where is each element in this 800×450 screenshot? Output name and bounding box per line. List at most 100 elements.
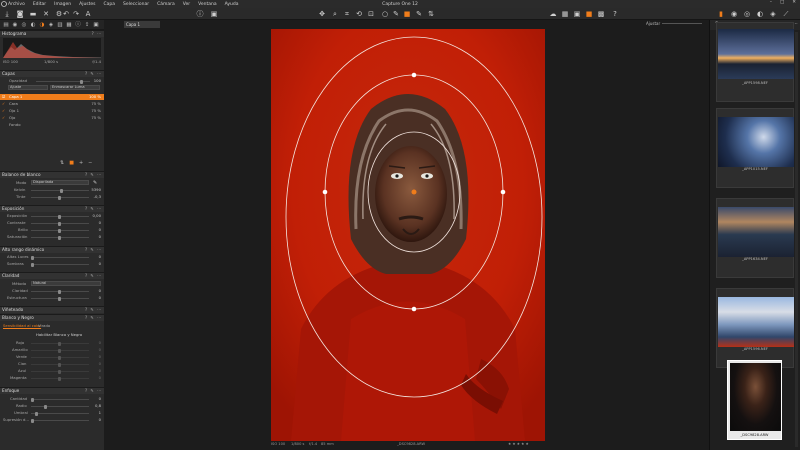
tab-metadata-icon[interactable]: ⓘ bbox=[74, 21, 82, 29]
white-balance-header[interactable]: Balance de blanco ? ✎ ⋯ bbox=[0, 171, 104, 178]
import-icon[interactable]: ⤓ bbox=[3, 10, 11, 18]
clarity-header[interactable]: Claridad ? ✎ ⋯ bbox=[0, 272, 104, 279]
tab-lens-icon[interactable]: ◎ bbox=[20, 21, 28, 29]
tab-exposure-icon[interactable]: ◑ bbox=[38, 21, 46, 29]
menu-imagen[interactable]: Imagen bbox=[54, 2, 71, 7]
rotate-tool-icon[interactable]: ⟲ bbox=[355, 10, 363, 18]
text-icon[interactable]: A bbox=[84, 10, 92, 18]
exposure-tool-icons[interactable]: ? ✎ ⋯ bbox=[85, 206, 102, 212]
clarity-tool-icons[interactable]: ? ✎ ⋯ bbox=[85, 273, 102, 279]
bw-enable-button[interactable]: Habilitar Blanco y Negro bbox=[36, 332, 82, 338]
tab-details-icon[interactable]: ◈ bbox=[47, 21, 55, 29]
variant-tab[interactable]: Capa 1 bbox=[124, 21, 160, 28]
undo-icon[interactable]: ↶ bbox=[62, 10, 70, 18]
wb-mode-dropdown[interactable]: Disparilada bbox=[31, 180, 89, 185]
mask-tool-icon[interactable]: ■ bbox=[403, 10, 411, 18]
thumbnail-selected[interactable]: _DSC9828.ARW bbox=[727, 360, 782, 440]
bw-header[interactable]: Blanco y Negro ? ✎ ⋯ bbox=[0, 314, 104, 321]
structure-knob[interactable] bbox=[58, 296, 61, 301]
exposure-warning-icon[interactable]: ▣ bbox=[210, 10, 218, 18]
hdr-header[interactable]: Alto rango dinámico ? ✎ ⋯ bbox=[0, 246, 104, 253]
spot-tool-icon[interactable]: ○ bbox=[381, 10, 389, 18]
menu-archivo[interactable]: Archivo bbox=[8, 2, 25, 7]
library-tab-icon[interactable]: ▮ bbox=[717, 10, 725, 18]
sharpen-halo-knob[interactable] bbox=[31, 418, 34, 423]
layer-check-icon[interactable]: ✓ bbox=[2, 108, 5, 114]
add-layer-icon[interactable]: + bbox=[79, 160, 83, 167]
highlights-slider[interactable] bbox=[31, 257, 89, 258]
brush-tool-icon[interactable]: ✎ bbox=[415, 10, 423, 18]
clarity-knob[interactable] bbox=[58, 289, 61, 294]
sharpen-radius-slider[interactable] bbox=[31, 406, 89, 407]
menu-ajustes[interactable]: Ajustes bbox=[79, 2, 95, 7]
help-icon[interactable]: ? bbox=[611, 10, 619, 18]
compare-icon[interactable]: ■ bbox=[585, 10, 593, 18]
kelvin-knob[interactable] bbox=[60, 188, 63, 193]
layer-check-icon[interactable]: ✓ bbox=[2, 101, 5, 107]
maximize-icon[interactable]: □ bbox=[780, 0, 784, 5]
sharpen-amount-slider[interactable] bbox=[31, 399, 89, 400]
capture-tab-icon[interactable]: ◉ bbox=[730, 10, 738, 18]
fit-zoom-label[interactable]: Ajustar bbox=[646, 21, 660, 26]
layer-mode-dropdown[interactable]: Ajuste bbox=[8, 85, 48, 90]
layer-check-icon[interactable]: ☑ bbox=[2, 94, 5, 100]
shadows-slider[interactable] bbox=[31, 264, 89, 265]
thumbnail[interactable]: _APP1634.NEF bbox=[716, 198, 794, 278]
thumbnail[interactable]: _APP1596.NEF bbox=[716, 288, 794, 368]
brightness-knob[interactable] bbox=[58, 228, 61, 233]
layer-fill-icon[interactable]: ■ bbox=[69, 160, 74, 167]
layer-item[interactable]: ✓ Ojo 1 75 % bbox=[0, 108, 104, 114]
menu-camara[interactable]: Cámara bbox=[157, 2, 175, 7]
picker-tool-icon[interactable]: ✎ bbox=[392, 10, 400, 18]
grid-view-icon[interactable]: ▦ bbox=[561, 10, 569, 18]
bw-blue-knob[interactable] bbox=[58, 369, 61, 374]
layer-mask-icon[interactable]: ⇅ bbox=[60, 160, 64, 167]
layer-item-background[interactable]: Fondo bbox=[0, 122, 104, 128]
sharpening-tool-icons[interactable]: ? ✎ ⋯ bbox=[85, 388, 102, 394]
keystone-tool-icon[interactable]: ⊡ bbox=[367, 10, 375, 18]
bw-tool-icons[interactable]: ? ✎ ⋯ bbox=[85, 315, 102, 321]
close-icon[interactable]: ✕ bbox=[792, 0, 796, 5]
capture-icon[interactable]: ◙ bbox=[16, 10, 24, 18]
histogram-tool-icons[interactable]: ? ⋯ bbox=[92, 31, 102, 37]
layer-method-dropdown[interactable]: Enmascarar Luma bbox=[50, 85, 100, 90]
bw-red-knob[interactable] bbox=[58, 341, 61, 346]
cloud-icon[interactable]: ☁ bbox=[549, 10, 557, 18]
filmstrip-scrollbar[interactable] bbox=[795, 32, 798, 447]
bw-magenta-knob[interactable] bbox=[58, 376, 61, 381]
bw-tab-split[interactable]: Virado bbox=[38, 323, 50, 329]
clarity-method-dropdown[interactable]: Natural bbox=[31, 281, 101, 286]
sharpen-halo-slider[interactable] bbox=[31, 420, 89, 421]
tab-batch-icon[interactable]: ▣ bbox=[92, 21, 100, 29]
tab-local-icon[interactable]: ▥ bbox=[56, 21, 64, 29]
menu-capa[interactable]: Capa bbox=[104, 2, 116, 7]
wb-picker-icon[interactable]: ✎ bbox=[93, 180, 97, 186]
delete-icon[interactable]: ✕ bbox=[42, 10, 50, 18]
menu-ventana[interactable]: Ventana bbox=[198, 2, 216, 7]
minimize-icon[interactable]: – bbox=[770, 0, 772, 5]
exposure-header[interactable]: Exposición ? ✎ ⋯ bbox=[0, 205, 104, 212]
menu-seleccionar[interactable]: Seleccionar bbox=[123, 2, 149, 7]
menu-ver[interactable]: Ver bbox=[183, 2, 190, 7]
layer-item[interactable]: ☑ Capa 1 100 % bbox=[0, 94, 104, 100]
sharpen-threshold-slider[interactable] bbox=[31, 413, 89, 414]
sharpen-radius-knob[interactable] bbox=[44, 404, 47, 409]
layer-item[interactable]: ✓ Ojo 75 % bbox=[0, 115, 104, 121]
tab-capture-icon[interactable]: ◉ bbox=[11, 21, 19, 29]
tab-output-icon[interactable]: ⇪ bbox=[83, 21, 91, 29]
bw-green-knob[interactable] bbox=[58, 355, 61, 360]
sharpen-threshold-knob[interactable] bbox=[35, 411, 38, 416]
histogram-header[interactable]: Histograma ? ⋯ bbox=[0, 30, 104, 37]
details-tab-icon[interactable]: ◈ bbox=[769, 10, 777, 18]
sharpening-header[interactable]: Enfoque ? ✎ ⋯ bbox=[0, 387, 104, 394]
vignette-header[interactable]: Viñeteado ? ✎ ⋯ bbox=[0, 306, 104, 313]
bw-yellow-knob[interactable] bbox=[58, 348, 61, 353]
thumbnail[interactable]: _APP1598.NEF bbox=[716, 22, 794, 102]
crop-tool-icon[interactable]: ⌗ bbox=[343, 10, 351, 18]
hdr-tool-icons[interactable]: ? ✎ ⋯ bbox=[85, 247, 102, 253]
sharpen-amount-knob[interactable] bbox=[31, 397, 34, 402]
folder-icon[interactable]: ▬ bbox=[29, 10, 37, 18]
shadows-knob[interactable] bbox=[31, 262, 34, 267]
main-image[interactable] bbox=[271, 29, 545, 441]
proof-icon[interactable]: ▩ bbox=[597, 10, 605, 18]
